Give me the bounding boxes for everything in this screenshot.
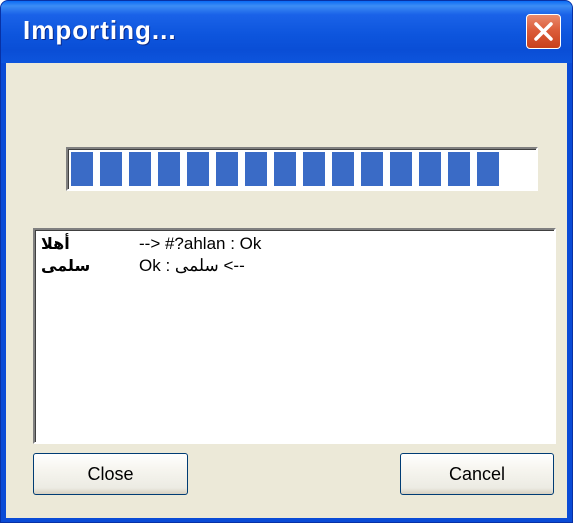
log-line: سلمى --> سلمى : Ok [35,256,535,278]
progress-block [158,152,180,186]
progress-block [100,152,122,186]
log-line-source: سلمى [41,256,91,275]
log-line-result: --> سلمى : Ok [139,256,245,275]
window-title: Importing... [23,15,177,45]
import-dialog-window: Importing... أهلا --> #?ahlan : Ok سلمى … [0,0,573,523]
progress-block [361,152,383,186]
progress-block [303,152,325,186]
progress-block [448,152,470,186]
dialog-body: أهلا --> #?ahlan : Ok سلمى --> سلمى : Ok… [6,63,567,518]
cancel-button[interactable]: Cancel [400,453,554,495]
progress-block [477,152,499,186]
progress-block [129,152,151,186]
log-line-source: أهلا [41,234,70,253]
progress-block [419,152,441,186]
progress-block [71,152,93,186]
import-progress-bar [66,147,538,191]
import-log-list[interactable]: أهلا --> #?ahlan : Ok سلمى --> سلمى : Ok [33,228,556,444]
progress-block [332,152,354,186]
progress-block [390,152,412,186]
progress-block [245,152,267,186]
progress-block [274,152,296,186]
progress-block [216,152,238,186]
progress-fill [71,152,533,186]
window-close-button[interactable] [526,14,561,49]
title-bar[interactable]: Importing... [1,1,572,63]
close-x-icon [534,22,553,41]
log-line: أهلا --> #?ahlan : Ok [35,234,535,256]
log-line-result: --> #?ahlan : Ok [139,234,262,253]
progress-block [187,152,209,186]
close-button[interactable]: Close [33,453,188,495]
